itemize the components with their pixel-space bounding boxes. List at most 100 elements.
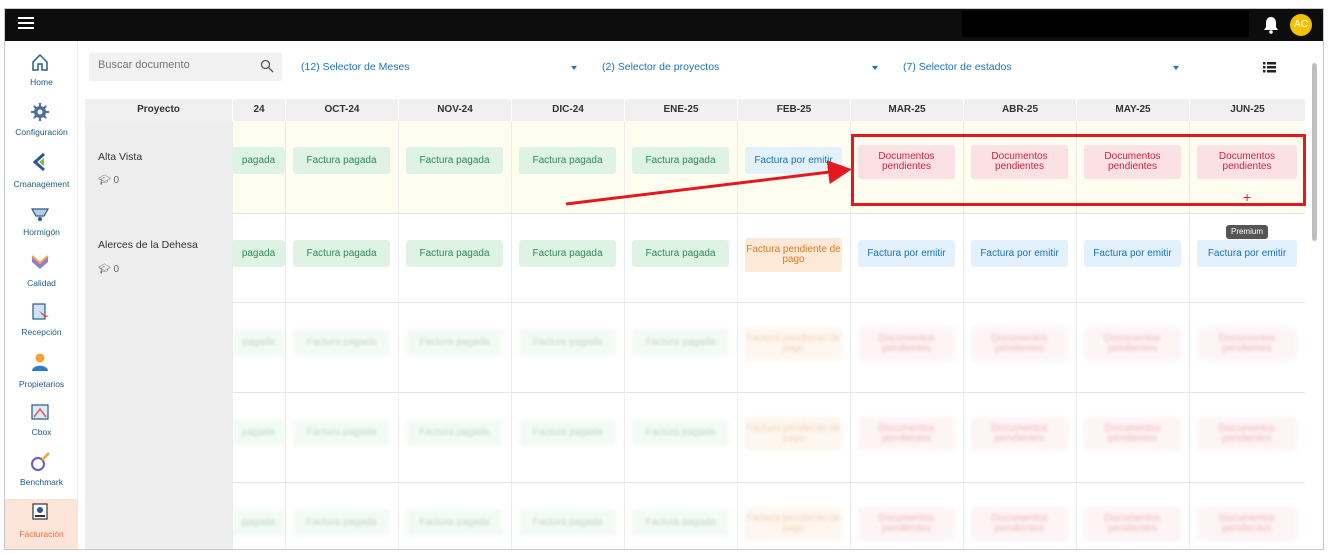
vertical-scrollbar[interactable]: [1311, 45, 1319, 549]
sidebar-item-recepcion[interactable]: Recepción: [5, 299, 78, 349]
status-chip-red: Documentos pendientes: [858, 417, 955, 451]
status-chip-orange[interactable]: Factura pendiente de pago: [745, 238, 842, 272]
project-column: Alta Vista 🎓︎ 0 Alerces de la Dehesa 🎓︎ …: [85, 121, 232, 549]
status-chip-green: pagada: [232, 509, 285, 536]
status-selector[interactable]: (7) Selector de estados: [903, 61, 1183, 77]
sidebar-item-label: Hormigón: [23, 227, 60, 237]
project-selector[interactable]: (2) Selector de proyectos: [602, 61, 882, 77]
status-selector-label: (7) Selector de estados: [903, 61, 1012, 73]
sidebar-item-benchmark[interactable]: Benchmark: [5, 449, 78, 499]
month-header: MAR-25: [850, 99, 963, 121]
status-chip-blue[interactable]: Factura por emitir: [1197, 240, 1297, 267]
project-name[interactable]: Alta Vista: [98, 151, 142, 163]
project-name[interactable]: Alerces de la Dehesa: [98, 239, 198, 251]
sidebar-item-cmanagement[interactable]: Cmanagement: [5, 149, 78, 199]
status-chip-red: Documentos pendientes: [1197, 507, 1297, 541]
status-chip-red: Documentos pendientes: [858, 327, 955, 361]
status-chip-green: Factura pagada: [519, 419, 616, 446]
status-chip-green: Factura pagada: [632, 419, 729, 446]
status-chip-green: Factura pagada: [293, 329, 390, 356]
status-chip-green[interactable]: Factura pagada: [519, 147, 616, 174]
list-view-icon[interactable]: [1263, 62, 1276, 73]
people-icon: [32, 353, 48, 371]
month-header: ENE-25: [624, 99, 737, 121]
status-chip-orange: Factura pendiente de pago: [745, 417, 842, 451]
top-bar: AC: [5, 9, 1323, 41]
sidebar-item-label: Recepción: [21, 327, 62, 337]
chevron-icon: [32, 152, 45, 172]
sidebar-item-facturacion[interactable]: Facturación: [5, 499, 78, 549]
chevron-down-icon: [1173, 66, 1179, 70]
wheelbarrow-icon: [30, 208, 50, 221]
status-chip-green: pagada: [232, 419, 285, 446]
status-chip-green: Factura pagada: [519, 509, 616, 536]
month-header: MAY-25: [1076, 99, 1189, 121]
status-chip-orange: Factura pendiente de pago: [745, 327, 842, 361]
sidebar-item-hormigon[interactable]: Hormigón: [5, 199, 78, 249]
month-selector[interactable]: (12) Selector de Meses: [301, 61, 581, 77]
project-count: 0: [113, 175, 120, 186]
status-chip-green[interactable]: Factura pagada: [406, 147, 503, 174]
chevron-down-icon: [571, 66, 577, 70]
status-chip-blue[interactable]: Factura por emitir: [745, 147, 842, 174]
status-chip-green: pagada: [232, 329, 285, 356]
status-chip-red: Documentos pendientes: [1084, 507, 1181, 541]
hamburger-icon[interactable]: [18, 17, 34, 31]
project-selector-label: (2) Selector de proyectos: [602, 61, 720, 73]
status-chip-green[interactable]: Factura pagada: [519, 240, 616, 267]
status-chip-green[interactable]: pagada: [232, 147, 285, 174]
sidebar-item-cbox[interactable]: Cbox: [5, 399, 78, 449]
status-chip-green: Factura pagada: [406, 419, 503, 446]
sidebar-item-label: Benchmark: [20, 477, 63, 487]
sidebar-item-home[interactable]: Home: [5, 49, 78, 99]
month-header: ABR-25: [963, 99, 1076, 121]
scrollbar-thumb[interactable]: [1312, 63, 1317, 241]
bell-icon[interactable]: [1263, 16, 1279, 34]
chevron-down-icon: [872, 66, 878, 70]
home-icon: [32, 53, 48, 71]
month-selector-label: (12) Selector de Meses: [301, 61, 410, 73]
status-chip-green: Factura pagada: [293, 419, 390, 446]
month-header: 24: [232, 99, 285, 121]
project-meta: 🎓︎ 0: [98, 264, 119, 275]
status-chip-red: Documentos pendientes: [1084, 327, 1181, 361]
status-chip-red: Documentos pendientes: [858, 507, 955, 541]
sidebar-item-label: Propietarios: [18, 379, 65, 389]
check-icon: [31, 255, 49, 269]
gear-icon: [31, 103, 49, 121]
status-chip-green: Factura pagada: [406, 509, 503, 536]
month-header: FEB-25: [737, 99, 850, 121]
search-input[interactable]: [98, 59, 248, 71]
graduation-cap-icon: 🎓︎: [98, 264, 111, 275]
status-chip-green: Factura pagada: [519, 329, 616, 356]
status-chip-green[interactable]: Factura pagada: [293, 147, 390, 174]
status-chip-blue[interactable]: Factura por emitir: [858, 240, 955, 267]
status-chip-green[interactable]: Factura pagada: [406, 240, 503, 267]
sidebar-item-label: Cbox: [31, 427, 52, 437]
premium-tooltip: Premium: [1226, 225, 1268, 239]
search-box: [89, 53, 282, 81]
month-header: NOV-24: [398, 99, 511, 121]
month-header: OCT-24: [285, 99, 398, 121]
status-chip-green: Factura pagada: [632, 329, 729, 356]
sidebar-item-label: Facturación: [19, 529, 64, 539]
status-chip-red: Documentos pendientes: [1197, 327, 1297, 361]
status-chip-red: Documentos pendientes: [1197, 417, 1297, 451]
sidebar-item-propietarios[interactable]: Propietarios: [5, 349, 78, 399]
status-chip-red: Documentos pendientes: [1084, 417, 1181, 451]
sidebar-item-configuracion[interactable]: Configuración: [5, 99, 78, 149]
status-chip-green[interactable]: pagada: [232, 240, 285, 267]
app-window: AC Home Configuración Cmanagement Hormig…: [4, 8, 1324, 550]
sidebar-item-calidad[interactable]: Calidad: [5, 249, 78, 299]
status-chip-green: Factura pagada: [293, 509, 390, 536]
avatar[interactable]: AC: [1290, 14, 1312, 36]
status-chip-green: Factura pagada: [632, 509, 729, 536]
status-chip-blue[interactable]: Factura por emitir: [971, 240, 1068, 267]
status-chip-green[interactable]: Factura pagada: [293, 240, 390, 267]
status-chip-green[interactable]: Factura pagada: [632, 147, 729, 174]
project-meta: 🎓︎ 0: [98, 175, 119, 186]
status-chip-blue[interactable]: Factura por emitir: [1084, 240, 1181, 267]
search-icon[interactable]: [260, 59, 274, 73]
sidebar: Home Configuración Cmanagement Hormigón …: [5, 41, 78, 549]
status-chip-green[interactable]: Factura pagada: [632, 240, 729, 267]
